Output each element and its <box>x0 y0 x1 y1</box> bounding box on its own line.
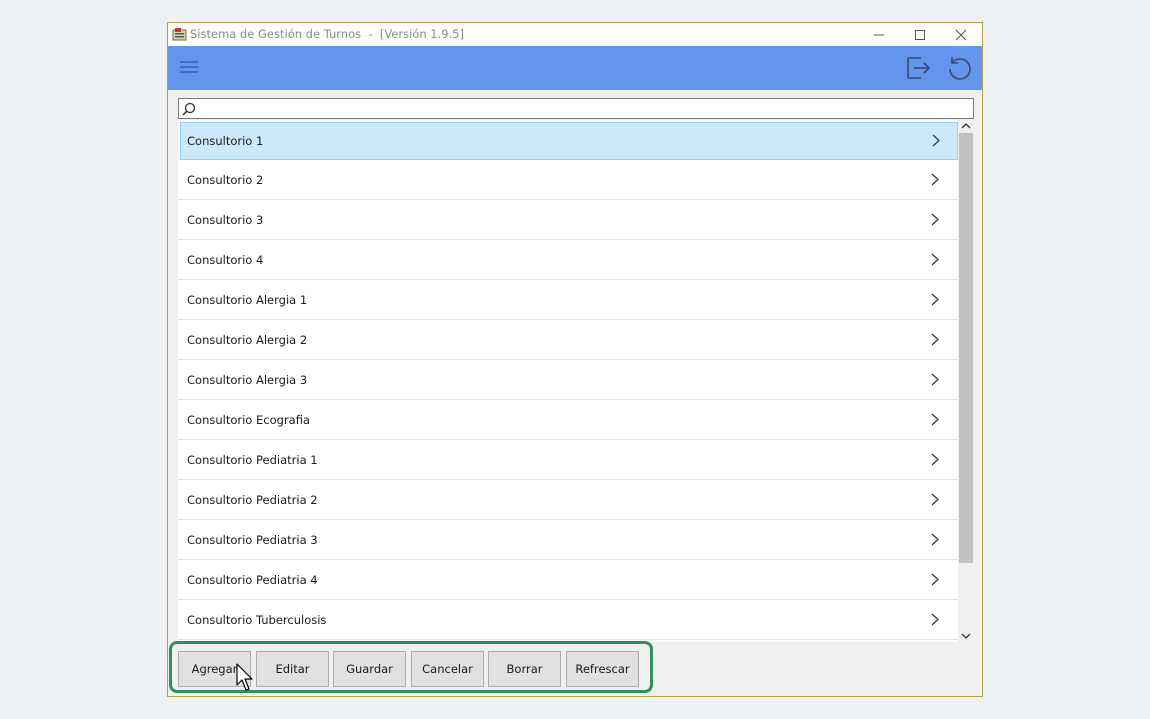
scroll-thumb[interactable] <box>959 133 973 563</box>
search-input[interactable] <box>199 100 973 119</box>
refrescar-button[interactable]: Refrescar <box>566 651 639 687</box>
chevron-right-icon <box>931 373 939 386</box>
chevron-right-icon <box>931 213 939 226</box>
list-item[interactable]: Consultorio Pediatria 2 <box>178 480 958 520</box>
agregar-button[interactable]: Agregar <box>178 651 251 687</box>
chevron-right-icon <box>931 173 939 186</box>
search-box[interactable] <box>178 98 974 119</box>
list-item[interactable]: Consultorio 1 <box>180 122 958 160</box>
close-button[interactable] <box>940 23 982 46</box>
title-bar: Sistema de Gestión de Turnos - [Versión … <box>168 23 982 46</box>
maximize-icon <box>915 29 925 40</box>
chevron-up-icon <box>961 123 971 129</box>
app-window: Sistema de Gestión de Turnos - [Versión … <box>167 22 983 697</box>
scroll-up-button[interactable] <box>958 120 974 132</box>
list-item[interactable]: Consultorio Alergia 1 <box>178 280 958 320</box>
consultorio-list: Consultorio 1 Consultorio 2 Consultorio … <box>178 120 958 642</box>
list-item-label: Consultorio 4 <box>187 253 264 267</box>
editar-button[interactable]: Editar <box>256 651 329 687</box>
list-item-label: Consultorio 1 <box>187 134 264 148</box>
list-item[interactable]: Consultorio Pediatria 4 <box>178 560 958 600</box>
close-icon <box>955 29 967 40</box>
list-item-label: Consultorio Tuberculosis <box>187 613 327 627</box>
list-item[interactable]: Consultorio Alergia 3 <box>178 360 958 400</box>
exit-icon[interactable] <box>904 54 932 82</box>
chevron-right-icon <box>931 453 939 466</box>
chevron-right-icon <box>931 613 939 626</box>
list-item[interactable]: Consultorio 3 <box>178 200 958 240</box>
chevron-right-icon <box>931 493 939 506</box>
chevron-right-icon <box>931 533 939 546</box>
list-item-label: Consultorio Alergia 2 <box>187 333 308 347</box>
refresh-icon[interactable] <box>946 54 974 82</box>
list-item[interactable]: Consultorio Pediatria 3 <box>178 520 958 560</box>
chevron-right-icon <box>931 253 939 266</box>
list-item-label: Consultorio Pediatria 3 <box>187 533 318 547</box>
chevron-down-icon <box>961 633 971 639</box>
chevron-right-icon <box>931 413 939 426</box>
chevron-right-icon <box>931 333 939 346</box>
list-item-label: Consultorio Pediatria 1 <box>187 453 318 467</box>
minimize-icon <box>874 34 884 35</box>
maximize-button[interactable] <box>899 23 941 46</box>
toolbar <box>168 46 982 90</box>
list-item[interactable]: Consultorio 2 <box>178 160 958 200</box>
search-icon <box>182 102 196 116</box>
chevron-right-icon <box>932 134 940 147</box>
cancelar-button[interactable]: Cancelar <box>411 651 484 687</box>
minimize-button[interactable] <box>858 23 900 46</box>
list-item-label: Consultorio Ecografia <box>187 413 310 427</box>
borrar-button[interactable]: Borrar <box>488 651 561 687</box>
list-item-label: Consultorio Alergia 1 <box>187 293 308 307</box>
chevron-right-icon <box>931 573 939 586</box>
list-item-label: Consultorio Pediatria 4 <box>187 573 318 587</box>
list-item[interactable]: Consultorio Pediatria 1 <box>178 440 958 480</box>
app-icon <box>172 28 187 41</box>
list-item[interactable]: Consultorio Alergia 2 <box>178 320 958 360</box>
list-item[interactable]: Consultorio Ecografia <box>178 400 958 440</box>
list-item-label: Consultorio Pediatria 2 <box>187 493 318 507</box>
list-item[interactable]: Consultorio 4 <box>178 240 958 280</box>
list-item-label: Consultorio 3 <box>187 213 264 227</box>
guardar-button[interactable]: Guardar <box>333 651 406 687</box>
vertical-scrollbar[interactable] <box>958 120 974 642</box>
list-item-label: Consultorio Alergia 3 <box>187 373 308 387</box>
list-item-label: Consultorio 2 <box>187 173 264 187</box>
list-item[interactable]: Consultorio Tuberculosis <box>178 600 958 640</box>
scroll-down-button[interactable] <box>958 630 974 642</box>
chevron-right-icon <box>931 293 939 306</box>
menu-icon[interactable] <box>179 60 199 76</box>
window-title: Sistema de Gestión de Turnos - [Versión … <box>190 27 465 41</box>
